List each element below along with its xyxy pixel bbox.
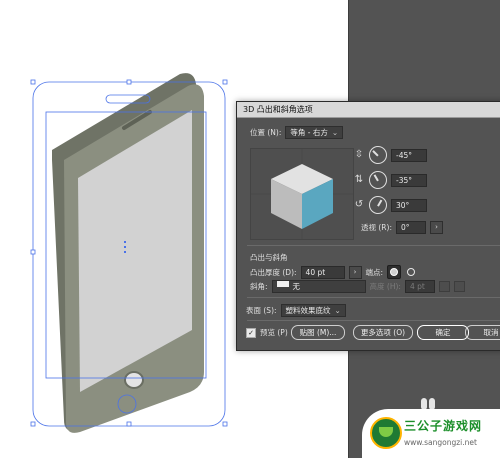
section-divider-3 <box>247 320 500 321</box>
chevron-down-icon: ⌄ <box>331 128 339 137</box>
rotate-z-field[interactable]: 30° <box>391 198 427 212</box>
rotate-y-icon: ⇅ <box>354 174 364 185</box>
perspective-label: 透视 (R): <box>361 223 392 232</box>
cap-on-icon <box>390 268 399 276</box>
bevel-value: 无 <box>292 282 301 291</box>
map-art-button[interactable]: 贴图 (M)... <box>291 325 345 340</box>
phone-home-button <box>124 371 144 389</box>
cancel-button[interactable]: 取消 <box>465 325 500 340</box>
preview-checkbox[interactable]: ✓ <box>246 327 256 338</box>
preview-label: 预览 (P) <box>260 328 288 337</box>
chevron-down-icon: ⌄ <box>334 306 341 315</box>
perspective-row: 透视 (R): 0° › <box>361 221 443 234</box>
rotate-y-field[interactable]: -35° <box>391 173 427 187</box>
perspective-stepper-button[interactable]: › <box>429 221 443 234</box>
rotate-z-icon: ↺ <box>354 199 364 210</box>
extrude-depth-label: 凸出厚度 (D): <box>250 267 297 277</box>
surface-value: 塑料效果底纹 <box>285 306 331 315</box>
bevel-row: 斜角: 无 高度 (H): 4 pt <box>250 280 465 293</box>
cap-on-button[interactable] <box>387 265 402 279</box>
bevel-dropdown[interactable]: 无 <box>271 280 366 293</box>
cube-preview-icon <box>251 149 353 239</box>
surface-row: 表面 (S): 塑料效果底纹 ⌄ <box>246 304 346 317</box>
watermark-title: 三公子游戏网 <box>404 419 483 433</box>
bevel-height-field: 4 pt <box>404 280 435 293</box>
rotate-x-dial[interactable] <box>369 146 387 164</box>
watermark: 三公子游戏网 www.sangongzi.net <box>362 409 500 458</box>
bevel-swatch-icon <box>276 281 289 287</box>
cap-off-button[interactable] <box>405 266 417 278</box>
rotate-x-icon: ⇳ <box>354 149 364 160</box>
surface-dropdown[interactable]: 塑料效果底纹 ⌄ <box>280 304 346 317</box>
rotate-y-row: ⇅ -35° <box>353 171 427 189</box>
extrude-section-header: 凸出与斜角 <box>250 252 288 263</box>
extrude-section-label: 凸出与斜角 <box>250 253 288 262</box>
bevel-extent-in-icon <box>453 281 465 292</box>
perspective-field[interactable]: 0° <box>395 221 426 234</box>
rotate-z-dial[interactable] <box>369 196 387 214</box>
rotate-y-dial[interactable] <box>369 171 387 189</box>
surface-label: 表面 (S): <box>246 306 277 315</box>
rotate-z-row: ↺ 30° <box>353 196 427 214</box>
rotate-x-field[interactable]: -45° <box>391 148 427 162</box>
preview-row: ✓ 预览 (P) <box>246 327 288 338</box>
rotation-preview[interactable] <box>250 148 354 240</box>
extrude-depth-stepper-button[interactable]: › <box>348 265 362 279</box>
more-options-button[interactable]: 更多选项 (O) <box>353 325 413 340</box>
selection-center-point <box>124 241 126 253</box>
position-row: 位置 (N): 等角 - 右方 ⌄ <box>250 126 344 139</box>
bevel-label: 斜角: <box>250 282 268 291</box>
cap-label: 端点: <box>365 267 384 277</box>
position-label: 位置 (N): <box>250 128 282 137</box>
cap-off-icon <box>407 268 416 276</box>
position-value: 等角 - 右方 <box>290 128 328 137</box>
section-divider <box>247 245 500 246</box>
extrude-bevel-dialog: 3D 凸出和斜角选项 位置 (N): 等角 - 右方 ⌄ ⇳ -45° ⇅ -3… <box>236 101 500 351</box>
section-divider-2 <box>247 297 500 298</box>
ok-button[interactable]: 确定 <box>417 325 469 340</box>
rotate-x-row: ⇳ -45° <box>353 146 427 164</box>
extrude-depth-row: 凸出厚度 (D): 40 pt › 端点: <box>250 265 417 279</box>
bevel-height-label: 高度 (H): <box>369 282 401 291</box>
dialog-title[interactable]: 3D 凸出和斜角选项 <box>237 102 500 118</box>
watermark-url: www.sangongzi.net <box>404 438 477 447</box>
position-dropdown[interactable]: 等角 - 右方 ⌄ <box>285 126 344 139</box>
watermark-logo-icon <box>370 417 402 449</box>
extrude-depth-field[interactable]: 40 pt <box>300 265 345 279</box>
bevel-extent-out-icon <box>438 281 450 292</box>
